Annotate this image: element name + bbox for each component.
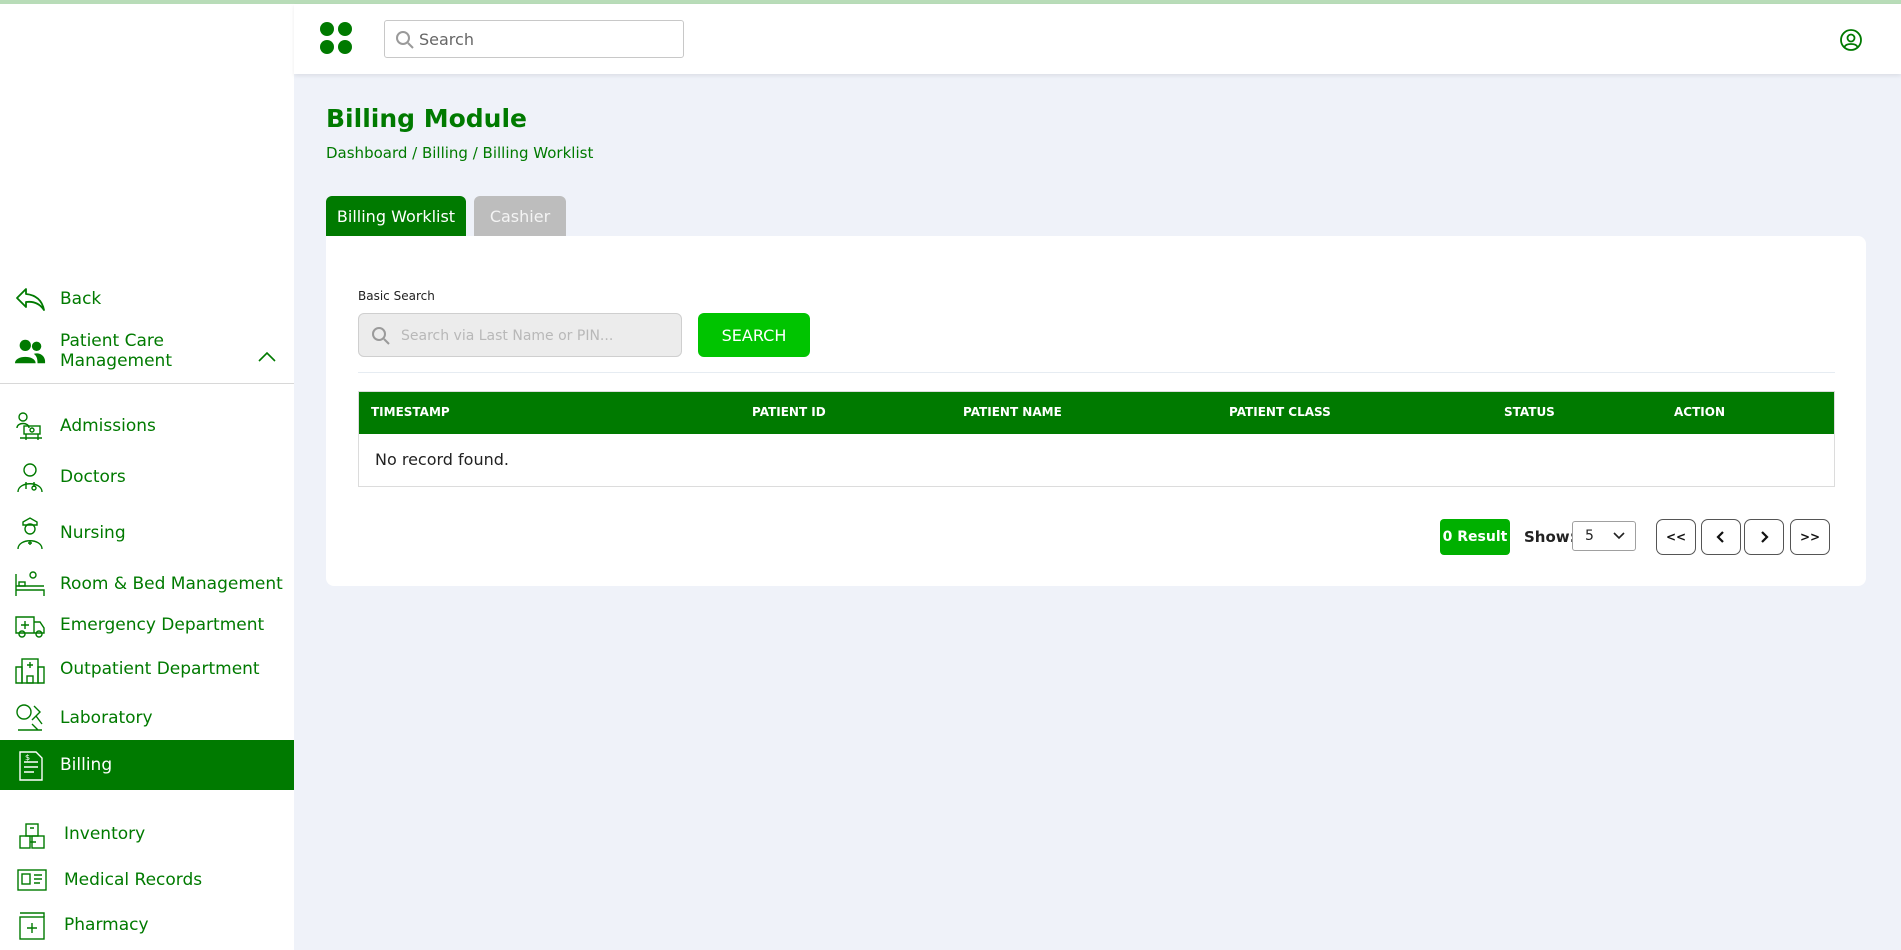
next-page-button[interactable] [1744,519,1784,555]
sidebar-item-label: Emergency Department [60,615,265,635]
sidebar-item-label: Billing [60,755,113,775]
basic-search-field [358,313,682,357]
page-size-label: Show: [1524,528,1576,546]
back-arrow-icon [14,283,46,315]
sidebar-section-label: Patient Care Management [60,331,172,371]
sidebar-item-pharmacy[interactable]: Pharmacy [0,905,294,945]
user-profile-icon[interactable] [1839,28,1863,52]
sidebar-item-room-bed[interactable]: Room & Bed Management [0,564,294,604]
sidebar-item-billing[interactable]: $ Billing [0,740,294,790]
empty-table-message: No record found. [375,450,509,469]
search-icon [371,326,391,350]
sidebar-item-label: Medical Records [64,870,203,890]
svg-text:$: $ [25,753,30,762]
sidebar-item-label: Outpatient Department [60,659,260,679]
records-icon [16,864,48,896]
hospital-icon [14,653,46,685]
tab-billing-worklist[interactable]: Billing Worklist [326,196,466,236]
worklist-table: TIMESTAMP PATIENT ID PATIENT NAME PATIEN… [358,391,1835,487]
search-button[interactable]: SEARCH [698,313,810,357]
microscope-icon [14,702,46,734]
chevron-up-icon[interactable] [258,347,276,366]
column-header-patient-name[interactable]: PATIENT NAME [963,405,1062,419]
sidebar-item-admissions[interactable]: Admissions [0,406,294,446]
pharmacy-icon [16,909,48,941]
chevron-right-icon [1761,531,1769,543]
sidebar: Back Patient Care Management Admissions … [0,4,294,950]
breadcrumb[interactable]: Dashboard / Billing / Billing Worklist [326,144,593,162]
basic-search-label: Basic Search [358,289,435,303]
sidebar-item-medical-records[interactable]: Medical Records [0,860,294,900]
tab-cashier[interactable]: Cashier [474,196,566,236]
sidebar-item-emergency[interactable]: Emergency Department [0,605,294,645]
search-icon [395,30,415,54]
sidebar-divider [0,383,294,384]
sidebar-item-label: Admissions [60,416,156,436]
global-search-input[interactable] [419,29,669,49]
sidebar-back-label: Back [60,289,102,309]
table-header: TIMESTAMP PATIENT ID PATIENT NAME PATIEN… [359,392,1834,434]
chevron-down-icon [1613,532,1625,540]
sidebar-item-label: Pharmacy [64,915,149,935]
sidebar-item-nursing[interactable]: Nursing [0,513,294,553]
page-size-value: 5 [1585,528,1594,544]
sidebar-item-label: Nursing [60,523,126,543]
section-divider [358,372,1835,373]
column-header-status[interactable]: STATUS [1504,405,1555,419]
sidebar-item-outpatient[interactable]: Outpatient Department [0,649,294,689]
sidebar-back[interactable]: Back [0,279,294,319]
page-title: Billing Module [326,104,528,133]
sidebar-item-label: Inventory [64,824,146,844]
sidebar-item-laboratory[interactable]: Laboratory [0,698,294,738]
inventory-icon [16,818,48,850]
page-size-select[interactable]: 5 [1572,521,1636,551]
apps-grid-icon[interactable] [320,22,354,56]
users-icon [14,335,46,367]
column-header-patient-id[interactable]: PATIENT ID [752,405,826,419]
prev-page-button[interactable] [1701,519,1741,555]
ambulance-icon [14,609,46,641]
sidebar-item-doctors[interactable]: Doctors [0,457,294,497]
chevron-left-icon [1716,531,1724,543]
sidebar-item-label: Room & Bed Management [60,574,283,594]
column-header-timestamp[interactable]: TIMESTAMP [371,405,450,419]
admissions-icon [14,410,46,442]
sidebar-item-inventory[interactable]: Inventory [0,814,294,854]
billing-icon: $ [14,749,46,781]
global-search [384,20,684,58]
top-header [294,4,1901,74]
first-page-button[interactable]: << [1656,519,1696,555]
result-count-badge: 0 Result [1440,519,1510,555]
column-header-action[interactable]: ACTION [1674,405,1725,419]
nurse-icon [14,517,46,550]
bed-icon [14,568,46,600]
doctor-icon [14,461,46,493]
sidebar-item-label: Doctors [60,467,126,487]
column-header-patient-class[interactable]: PATIENT CLASS [1229,405,1331,419]
sidebar-item-label: Laboratory [60,708,153,728]
last-page-button[interactable]: >> [1790,519,1830,555]
basic-search-input[interactable] [401,326,671,346]
